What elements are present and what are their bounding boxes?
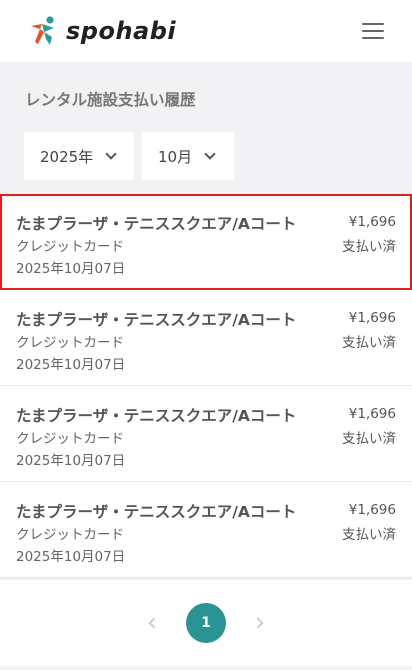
payment-method: クレジットカード: [16, 335, 124, 351]
chevron-left-icon[interactable]: [148, 617, 160, 629]
chevron-down-icon: [105, 148, 117, 160]
month-select[interactable]: 10月: [142, 132, 234, 180]
facility-name: たまプラーザ・テニススクエア/Aコート: [16, 215, 297, 233]
year-select[interactable]: 2025年: [24, 132, 134, 180]
chevron-down-icon: [204, 148, 216, 160]
payment-date: 2025年10月07日: [16, 549, 126, 565]
facility-name: たまプラーザ・テニススクエア/Aコート: [16, 311, 297, 329]
pagination: 1: [0, 580, 412, 666]
page-1-button[interactable]: 1: [186, 603, 226, 643]
brand-logo[interactable]: spohabi: [28, 15, 176, 47]
hamburger-menu-icon[interactable]: [362, 23, 384, 39]
month-select-value: 10月: [158, 147, 193, 166]
payment-amount: ¥1,696: [348, 406, 396, 422]
payment-status: 支払い済: [342, 239, 396, 255]
payment-date: 2025年10月07日: [16, 261, 126, 277]
facility-name: たまプラーザ・テニススクエア/Aコート: [16, 407, 297, 425]
payment-item[interactable]: たまプラーザ・テニススクエア/Aコート クレジットカード 2025年10月07日…: [0, 386, 412, 482]
payment-history-list: たまプラーザ・テニススクエア/Aコート クレジットカード 2025年10月07日…: [0, 194, 412, 578]
payment-method: クレジットカード: [16, 527, 124, 543]
payment-status: 支払い済: [342, 527, 396, 543]
payment-status: 支払い済: [342, 335, 396, 351]
payment-amount: ¥1,696: [348, 214, 396, 230]
payment-item[interactable]: たまプラーザ・テニススクエア/Aコート クレジットカード 2025年10月07日…: [0, 290, 412, 386]
page-title: レンタル施設支払い履歴: [25, 91, 196, 109]
chevron-right-icon[interactable]: [252, 617, 264, 629]
payment-method: クレジットカード: [16, 239, 124, 255]
payment-item[interactable]: たまプラーザ・テニススクエア/Aコート クレジットカード 2025年10月07日…: [0, 194, 412, 290]
payment-item[interactable]: たまプラーザ・テニススクエア/Aコート クレジットカード 2025年10月07日…: [0, 482, 412, 578]
payment-amount: ¥1,696: [348, 310, 396, 326]
payment-date: 2025年10月07日: [16, 453, 126, 469]
facility-name: たまプラーザ・テニススクエア/Aコート: [16, 503, 297, 521]
payment-date: 2025年10月07日: [16, 357, 126, 373]
brand-name: spohabi: [66, 17, 177, 45]
app-header: spohabi: [0, 0, 412, 62]
payment-status: 支払い済: [342, 431, 396, 447]
payment-amount: ¥1,696: [348, 502, 396, 518]
payment-method: クレジットカード: [16, 431, 124, 447]
year-select-value: 2025年: [40, 147, 94, 166]
spohabi-logo-icon: [31, 16, 54, 45]
